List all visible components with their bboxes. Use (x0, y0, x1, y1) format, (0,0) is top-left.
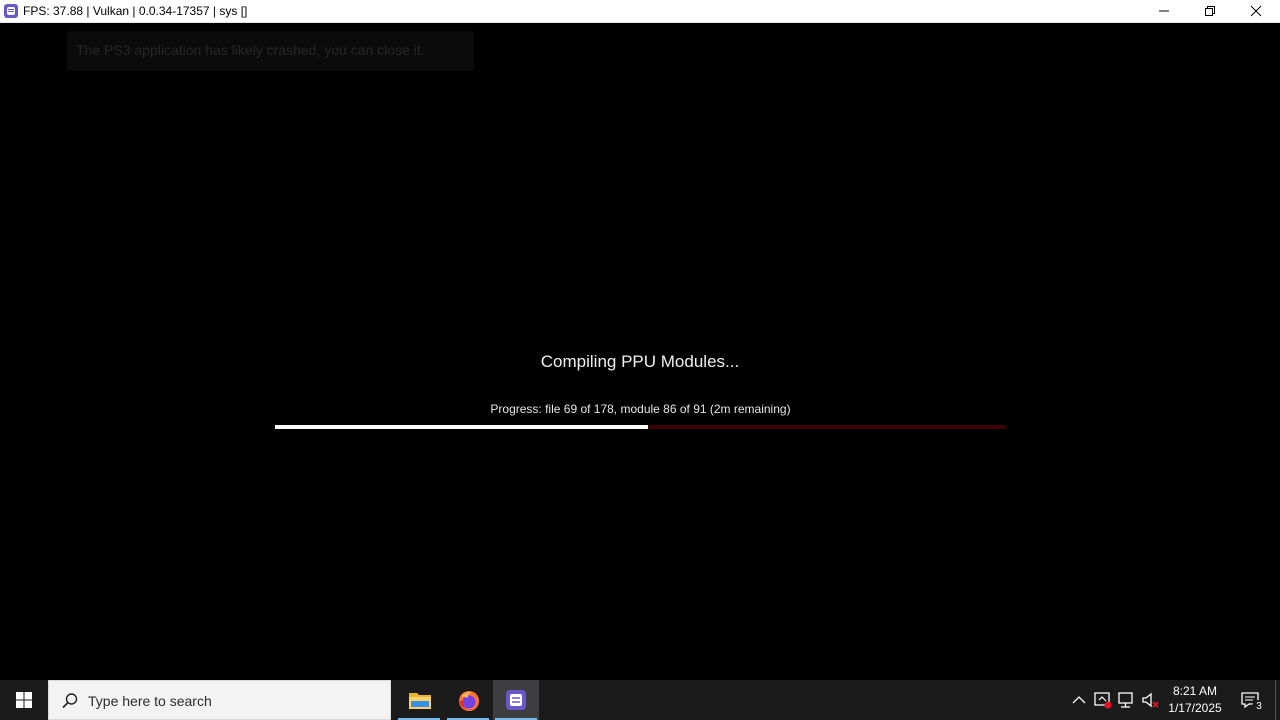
minimize-icon (1159, 10, 1169, 12)
security-tray-button[interactable] (1093, 690, 1113, 710)
window-title: FPS: 37.88 | Vulkan | 0.0.34-17357 | sys… (23, 4, 248, 18)
progress-text: Progress: file 69 of 178, module 86 of 9… (490, 402, 791, 416)
minimize-button[interactable] (1141, 0, 1187, 22)
taskbar: Type here to search 8:21 AM 1/17/2025 3 (0, 680, 1280, 720)
game-viewport[interactable]: The PS3 application has likely crashed, … (0, 23, 1280, 680)
show-desktop-button[interactable] (1275, 680, 1280, 720)
search-placeholder: Type here to search (88, 693, 212, 709)
crash-notice: The PS3 application has likely crashed, … (67, 31, 474, 71)
taskbar-clock[interactable]: 8:21 AM 1/17/2025 (1163, 683, 1227, 717)
progress-bar (275, 425, 1006, 429)
network-icon (1118, 692, 1133, 708)
clock-date: 1/17/2025 (1168, 701, 1222, 715)
rpcs3-app-icon (4, 4, 18, 18)
compile-title: Compiling PPU Modules... (540, 352, 740, 371)
restore-icon (1205, 6, 1215, 16)
volume-tray-button[interactable] (1141, 690, 1161, 710)
start-button[interactable] (0, 680, 48, 720)
chevron-up-icon (1072, 696, 1086, 704)
crash-notice-text: The PS3 application has likely crashed, … (76, 42, 425, 58)
maximize-button[interactable] (1187, 0, 1233, 22)
network-tray-button[interactable] (1117, 690, 1137, 710)
volume-muted-icon (1142, 692, 1159, 708)
show-hidden-icons-button[interactable] (1069, 690, 1089, 710)
security-icon (1094, 692, 1112, 709)
taskbar-app-rpcs3[interactable] (493, 680, 539, 720)
close-icon (1250, 5, 1262, 17)
notification-count-badge: 3 (1252, 700, 1266, 714)
folder-icon (409, 693, 431, 709)
rpcs3-icon (506, 690, 526, 710)
taskbar-app-firefox[interactable] (445, 680, 491, 720)
firefox-icon (459, 691, 479, 711)
close-button[interactable] (1233, 0, 1279, 22)
taskbar-search-box[interactable]: Type here to search (48, 680, 391, 720)
clock-time: 8:21 AM (1172, 684, 1218, 698)
progress-bar-fill (275, 425, 648, 429)
windows-logo-icon (16, 692, 32, 708)
action-center-button[interactable]: 3 (1232, 680, 1272, 720)
taskbar-app-file-explorer[interactable] (396, 680, 442, 720)
search-icon (62, 693, 78, 709)
window-titlebar[interactable]: FPS: 37.88 | Vulkan | 0.0.34-17357 | sys… (0, 0, 1280, 23)
